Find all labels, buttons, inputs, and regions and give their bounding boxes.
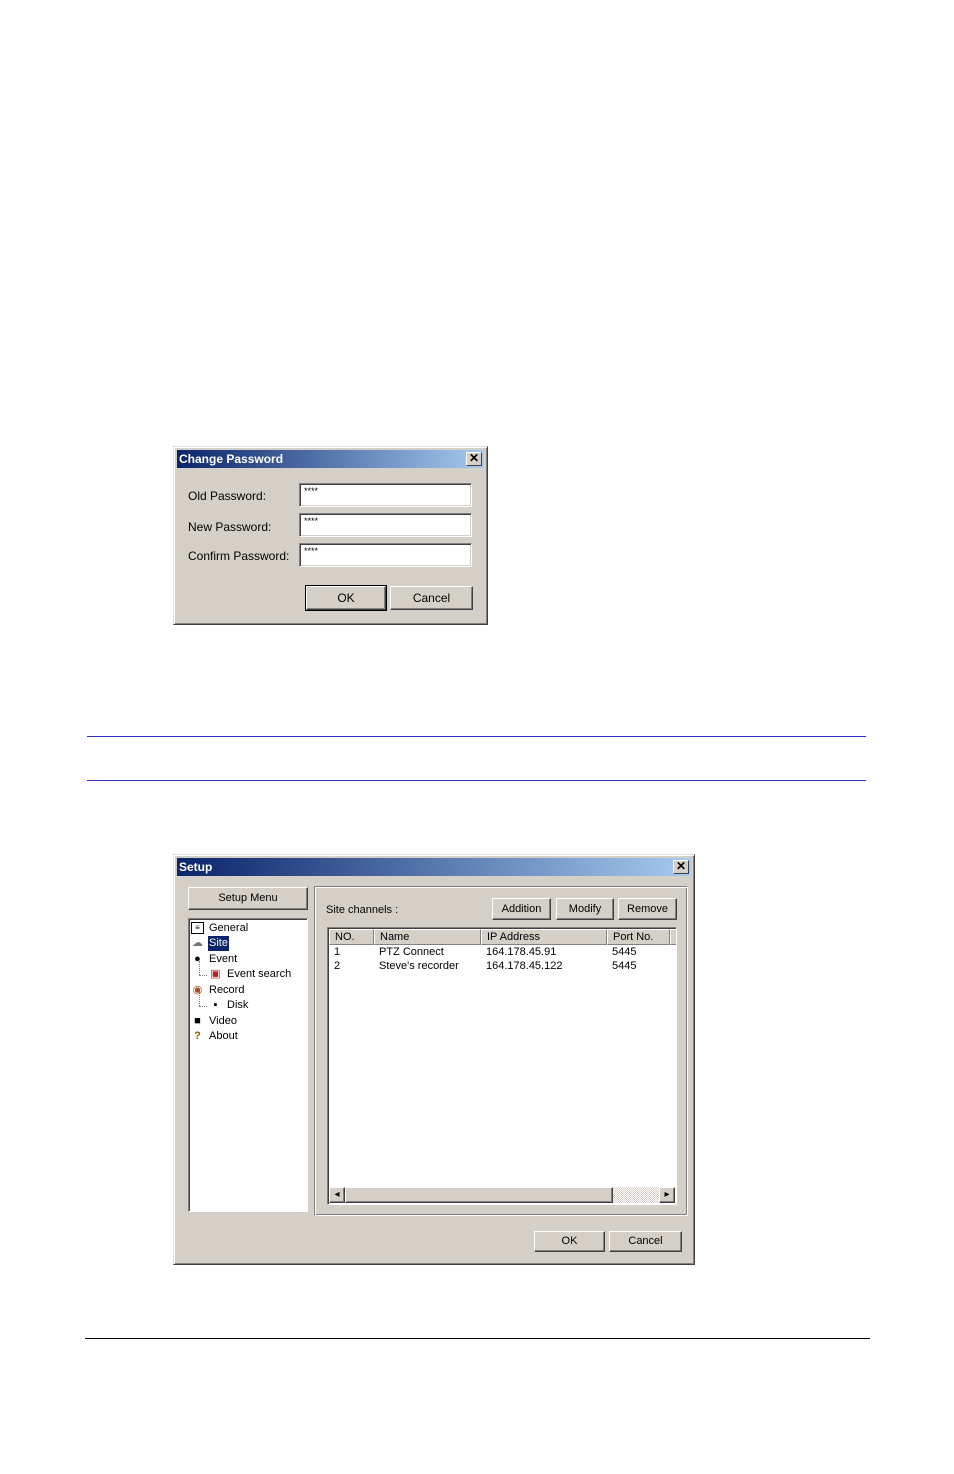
cell-name: PTZ Connect (379, 946, 444, 958)
cancel-button[interactable]: Cancel (609, 1231, 682, 1252)
change-password-dialog: Change Password ✕ Old Password: **** New… (173, 446, 488, 625)
ok-button[interactable]: OK (305, 585, 387, 611)
tree-label: Disk (227, 999, 249, 1011)
cancel-button[interactable]: Cancel (390, 586, 473, 610)
tree-item-record[interactable]: ◉ Record (191, 983, 245, 998)
close-icon[interactable]: ✕ (466, 452, 482, 466)
confirm-password-label: Confirm Password: (188, 549, 290, 563)
event-icon: ● (194, 952, 201, 965)
close-icon[interactable]: ✕ (673, 860, 689, 874)
site-panel: Site channels : Addition Modify Remove N… (314, 886, 688, 1216)
setup-menu-tree: ≡ General ☁ Site ● Event ▣ Event search ◉ Rec… (188, 918, 308, 1212)
cell-port: 5445 (612, 946, 637, 958)
horizontal-scrollbar[interactable]: ◂ ▸ (329, 1187, 675, 1203)
column-header-name[interactable]: Name (374, 929, 481, 945)
tree-label: Video (209, 1015, 237, 1027)
tree-item-disk[interactable]: ▪ Disk (209, 998, 249, 1013)
cell-ip: 164.178.45.122 (486, 960, 563, 972)
setup-dialog: Setup ✕ Setup Menu ≡ General ☁ Site ● Event… (173, 854, 695, 1265)
scroll-left-button[interactable]: ◂ (329, 1187, 345, 1203)
old-password-label: Old Password: (188, 489, 267, 503)
tree-connector (199, 1006, 207, 1007)
column-header-port[interactable]: Port No. (607, 929, 670, 945)
tree-connector (199, 975, 207, 976)
site-channels-label: Site channels : (326, 904, 399, 916)
cell-no: 1 (334, 946, 341, 958)
table-row[interactable]: 1 PTZ Connect 164.178.45.91 5445 (329, 946, 669, 960)
column-header-ip[interactable]: IP Address (481, 929, 607, 945)
general-icon: ≡ (191, 922, 204, 935)
cell-ip: 164.178.45.91 (486, 946, 557, 958)
site-channel-list: NO. Name IP Address Port No. 1 PTZ Conne… (327, 927, 677, 1205)
tree-label: General (209, 922, 249, 934)
tree-item-site[interactable]: ☁ Site (191, 936, 229, 951)
setup-menu-header[interactable]: Setup Menu (188, 887, 308, 910)
column-header-filler (670, 929, 676, 945)
tree-label: Record (209, 984, 245, 996)
tree-label: Event search (227, 968, 292, 980)
rule-bottom (87, 780, 866, 781)
about-icon: ? (194, 1029, 201, 1042)
remove-button[interactable]: Remove (618, 898, 677, 920)
tree-item-about[interactable]: ? About (191, 1029, 239, 1044)
disk-icon: ▪ (213, 998, 218, 1011)
tree-label: Event (209, 953, 238, 965)
rule-top (87, 736, 866, 737)
change-password-titlebar[interactable]: Change Password ✕ (177, 450, 484, 468)
addition-button[interactable]: Addition (492, 898, 551, 920)
old-password-field[interactable]: **** (299, 483, 472, 507)
setup-title: Setup (179, 860, 213, 874)
cell-port: 5445 (612, 960, 637, 972)
ok-button[interactable]: OK (534, 1231, 605, 1252)
modify-button[interactable]: Modify (556, 898, 614, 920)
list-header: NO. Name IP Address Port No. (329, 929, 676, 945)
scroll-thumb[interactable] (345, 1187, 613, 1203)
tree-item-event-search[interactable]: ▣ Event search (209, 967, 292, 982)
video-icon: ■ (194, 1014, 201, 1027)
tree-item-video[interactable]: ■ Video (191, 1014, 238, 1029)
new-password-field[interactable]: **** (299, 513, 472, 537)
tree-item-event[interactable]: ● Event (191, 952, 238, 967)
event-search-icon: ▣ (210, 967, 221, 980)
record-icon: ◉ (192, 983, 203, 996)
change-password-title: Change Password (179, 452, 284, 466)
confirm-password-field[interactable]: **** (299, 543, 472, 567)
cell-no: 2 (334, 960, 341, 972)
new-password-label: New Password: (188, 520, 272, 534)
column-header-no[interactable]: NO. (329, 929, 374, 945)
table-row[interactable]: 2 Steve's recorder 164.178.45.122 5445 (329, 960, 669, 974)
tree-item-general[interactable]: ≡ General (191, 921, 249, 936)
scroll-right-button[interactable]: ▸ (659, 1187, 675, 1203)
tree-label: About (209, 1030, 238, 1042)
cell-name: Steve's recorder (379, 960, 459, 972)
footer-rule (85, 1338, 870, 1339)
setup-titlebar[interactable]: Setup ✕ (177, 858, 691, 876)
site-icon: ☁ (192, 936, 203, 949)
tree-label: Site (208, 936, 229, 951)
